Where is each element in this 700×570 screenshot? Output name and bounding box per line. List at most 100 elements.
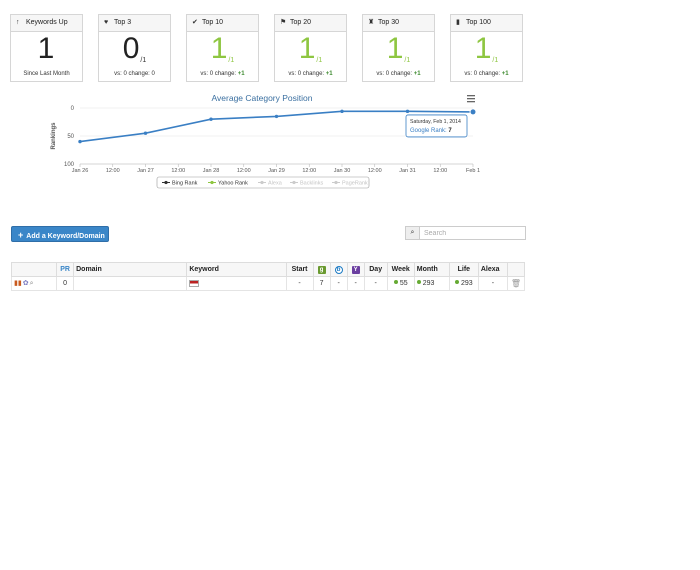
card-change: +1	[325, 71, 333, 77]
card-denominator: /1	[492, 57, 499, 64]
card-denominator: /1	[140, 57, 147, 64]
col-day[interactable]: Day	[363, 262, 388, 277]
legend-item: Alexa	[268, 181, 283, 187]
delete-cell: 🗑	[506, 276, 526, 291]
legend-swatch-dot	[210, 180, 214, 185]
legend-swatch-dot	[260, 180, 264, 185]
x-tick-label: Jan 27	[137, 168, 154, 174]
data-point	[274, 114, 279, 119]
legend-swatch-dot	[164, 180, 168, 185]
x-tick-label: 12:00	[433, 168, 447, 174]
cell-alexa: -	[477, 276, 508, 291]
card-title: Keywords Up	[26, 19, 68, 26]
chart-legend: Bing Rank Yahoo Rank Alexa Backlinks PageRan…	[156, 176, 370, 189]
card-top-20: ⚑ Top 20 1/1 vs: 0 change: +1	[274, 14, 347, 82]
x-tick-label: 12:00	[237, 168, 251, 174]
legend-item: PageRank	[342, 181, 368, 187]
card-change: +1	[413, 71, 421, 77]
col-pr[interactable]: PR	[56, 262, 75, 277]
x-ticks: Jan 26 12:00 Jan 27 12:00 Jan 28 12:00 Jan 29 1…	[72, 163, 480, 174]
card-footer: vs: 0 change:	[288, 71, 325, 77]
add-keyword-button[interactable]: + Add a Keyword/Domain	[11, 226, 109, 242]
legend-swatch-dot	[292, 180, 296, 185]
legend-item: Backlinks	[300, 181, 323, 187]
table-header-row: PR Domain Keyword Start g b Y Day Week M…	[10, 262, 526, 277]
tooltip-label: Google Rank: 7	[410, 128, 452, 134]
col-domain[interactable]: Domain	[73, 262, 188, 277]
x-tick-label: Jan 28	[203, 168, 220, 174]
tower-icon: ♜	[368, 19, 375, 26]
card-change: +1	[237, 71, 245, 77]
card-denominator: /1	[228, 57, 235, 64]
card-change: +1	[501, 71, 509, 77]
gear-icon[interactable]: ✿	[23, 279, 29, 287]
card-footer: vs: 0 change:	[464, 71, 501, 77]
bookmark-icon: ⚑	[280, 19, 287, 26]
card-footer: vs: 0 change:	[376, 71, 413, 77]
legend-item: Yahoo Rank	[218, 181, 248, 187]
col-keyword[interactable]: Keyword	[186, 262, 287, 277]
col-google[interactable]: g	[312, 262, 331, 277]
y-ticks: 050100	[64, 106, 75, 168]
cell-bing: -	[329, 276, 348, 291]
col-tools	[10, 262, 58, 277]
card-top-10: ✔ Top 10 1/1 vs: 0 change: +1	[186, 14, 259, 82]
bing-icon: b	[334, 265, 343, 274]
tooltip-date: Saturday, Feb 1, 2014	[410, 119, 461, 125]
card-title: Top 100	[466, 19, 491, 26]
x-tick-label: 12:00	[106, 168, 120, 174]
y-tick-label: 50	[67, 134, 74, 140]
x-tick-label: Jan 30	[334, 168, 351, 174]
card-top-30: ♜ Top 30 1/1 vs: 0 change: +1	[362, 14, 435, 82]
card-denominator: /1	[404, 57, 411, 64]
card-value: 1	[37, 32, 55, 65]
card-top-3: ♥ Top 3 0/1 vs: 0 change: 0	[98, 14, 171, 82]
yahoo-icon: Y	[351, 265, 360, 274]
chart-menu-icon[interactable]	[467, 95, 475, 103]
cell-life: 293	[448, 276, 479, 291]
search-icon: ⌕	[406, 227, 420, 239]
cell-domain	[73, 276, 188, 291]
cell-day: -	[363, 276, 388, 291]
y-axis-label: Rankings	[51, 122, 57, 150]
card-footer: vs: 0 change:	[200, 71, 237, 77]
legend-item: Bing Rank	[172, 181, 198, 187]
add-keyword-label: Add a Keyword/Domain	[26, 233, 105, 240]
x-tick-label: Jan 29	[268, 168, 285, 174]
data-point	[469, 108, 477, 116]
x-tick-label: Jan 26	[72, 168, 89, 174]
ranking-chart: Average Category Position Rankings 05010…	[51, 93, 480, 189]
card-value: 1	[210, 32, 228, 65]
x-tick-label: 12:00	[171, 168, 185, 174]
cell-pr: 0	[56, 276, 75, 291]
col-bing[interactable]: b	[329, 262, 348, 277]
col-start[interactable]: Start	[285, 262, 314, 277]
col-week[interactable]: Week	[386, 262, 415, 277]
card-denominator: /1	[316, 57, 323, 64]
arrow-up-icon: ↑	[16, 19, 20, 26]
magnifier-icon[interactable]: ⌕	[30, 280, 34, 288]
card-title: Top 10	[202, 19, 224, 26]
chart-title: Average Category Position	[212, 93, 313, 103]
us-flag-icon	[189, 279, 200, 287]
table-row: ▮▮✿⌕ 0 - 7 - - - 55 293 293 - 🗑	[10, 276, 526, 291]
col-life[interactable]: Life	[448, 262, 479, 277]
cell-week: 55	[386, 276, 415, 291]
data-point	[405, 109, 410, 114]
legend-swatch-dot	[334, 180, 338, 185]
data-point	[340, 109, 344, 114]
col-yahoo[interactable]: Y	[346, 262, 365, 277]
col-alexa[interactable]: Alexa	[477, 262, 508, 277]
plus-icon: +	[18, 230, 24, 240]
chart-icon[interactable]: ▮▮	[14, 279, 22, 287]
check-icon: ✔	[192, 19, 198, 26]
card-title: Top 20	[290, 19, 312, 26]
card-value: 1	[298, 32, 316, 65]
search-input[interactable]	[420, 227, 525, 239]
bar-chart-icon: ▮	[456, 19, 460, 26]
keyword-table: PR Domain Keyword Start g b Y Day Week M…	[10, 262, 526, 291]
col-actions	[506, 262, 526, 277]
col-month[interactable]: Month	[413, 262, 450, 277]
trash-icon[interactable]: 🗑	[511, 279, 521, 288]
x-tick-label: Feb 1	[466, 168, 480, 174]
